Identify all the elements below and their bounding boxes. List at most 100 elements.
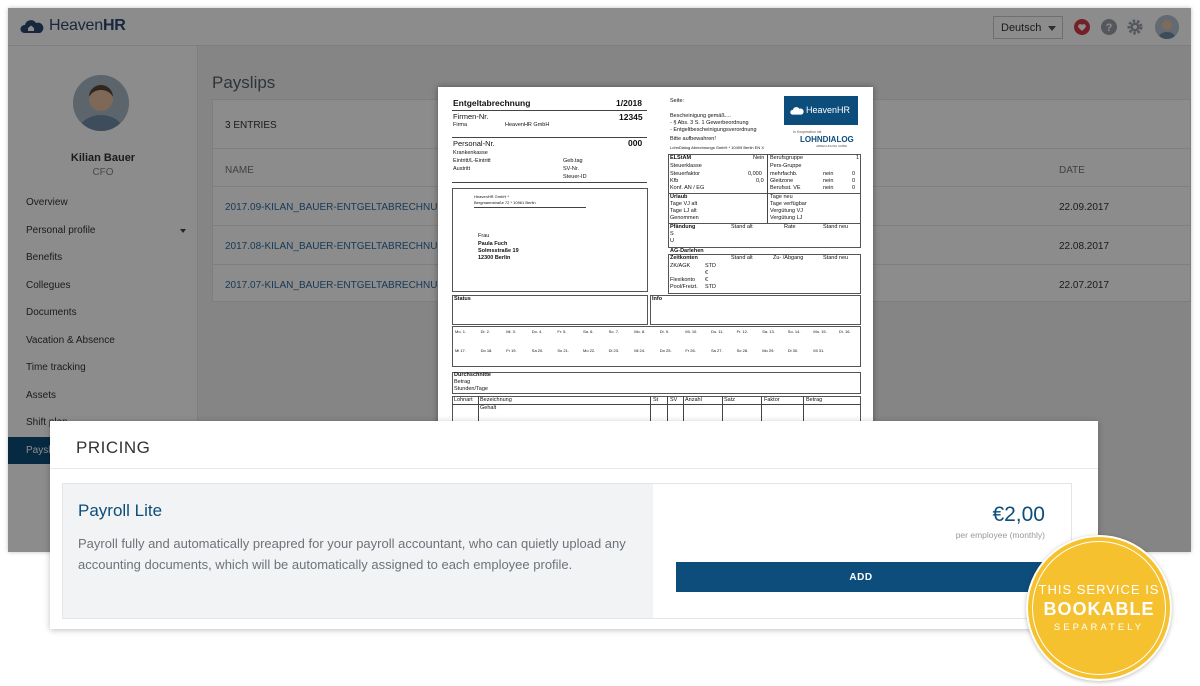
doc-info-label: Info xyxy=(652,296,663,302)
doc-calendar-day: Mi 31. xyxy=(813,348,825,353)
doc-calendar-day: Mi 17. xyxy=(455,348,466,353)
doc-heavenhr-logo: HeavenHR xyxy=(784,96,858,125)
doc-partner-pre: In Kooperation mit xyxy=(793,130,822,134)
doc-urlaub-row: Genommen xyxy=(670,215,699,221)
doc-calendar-day: Mi. 3. xyxy=(506,329,516,334)
doc-elstam-row: Steuerfaktor xyxy=(670,171,700,177)
add-plan-button[interactable]: ADD xyxy=(676,562,1046,592)
doc-cert-line: - § Abs. 3 S. 1 Gewerbeordnung xyxy=(670,120,749,126)
doc-elstam-row: Berufsst. VE xyxy=(770,185,801,191)
doc-field: SV-Nr. xyxy=(563,166,579,172)
doc-calendar-day: Do 25. xyxy=(659,348,672,353)
doc-firm-label: Firmen-Nr. xyxy=(453,112,489,121)
doc-elstam-val: 0 xyxy=(852,171,856,177)
doc-partner-sub: ABRECHNUNG GMBH xyxy=(816,144,848,148)
doc-calendar-day: Fr 26. xyxy=(685,348,696,353)
doc-pfaendung-row: S xyxy=(670,231,674,237)
plan-payroll-lite: Payroll Lite Payroll fully and automatic… xyxy=(62,483,1072,619)
doc-cert-line: Bitte aufbewahren! xyxy=(670,136,716,142)
doc-rule xyxy=(767,193,768,224)
doc-lohn-address: LohnDialog Abrechnungs GmbH * 10409 Berl… xyxy=(670,145,765,150)
doc-calendar-day: So. 14. xyxy=(787,329,801,334)
doc-firm-line: Firma xyxy=(453,122,468,128)
doc-field: Eintritt/L-Eintritt xyxy=(453,158,491,164)
doc-table-col: Lohnart xyxy=(454,397,473,403)
doc-pfaendung-head: Pfändung xyxy=(670,224,696,230)
doc-rule xyxy=(767,154,768,194)
doc-elstam-row: Konf. AN / EG xyxy=(670,185,705,191)
doc-recipient: Frau xyxy=(478,233,490,239)
doc-elstam-row: mehrfachb. xyxy=(770,171,798,177)
doc-recipient: Paula Fuch xyxy=(478,241,508,247)
doc-firm-name: HeavenHR GmbH xyxy=(505,122,550,128)
doc-field: Krankenkasse xyxy=(453,150,488,156)
bookable-separately-badge: THIS SERVICE IS BOOKABLE SEPARATELY xyxy=(1026,535,1172,681)
doc-elstam-val: 0 xyxy=(852,185,856,191)
doc-calendar-day: Do 18. xyxy=(480,348,493,353)
doc-elstam-row: Berufsgruppe xyxy=(770,155,804,161)
doc-calendar-day: Fr. 5. xyxy=(557,329,567,334)
doc-zeitkonten-col: Stand alt xyxy=(731,255,753,261)
doc-personal-no: 000 xyxy=(628,138,643,148)
doc-rule xyxy=(452,404,861,405)
doc-pfaendung-col: Rate xyxy=(784,224,796,230)
doc-period: 1/2018 xyxy=(616,98,642,108)
doc-table-col: Bezeichnung xyxy=(480,397,512,403)
doc-field: Geb.tag xyxy=(563,158,583,164)
doc-calendar-day: Sa 27. xyxy=(711,348,723,353)
doc-urlaub-row: Tage VJ alt xyxy=(670,201,698,207)
doc-sender-address: Bergmannstraße 72 * 10961 Berlin xyxy=(474,200,536,205)
doc-zeitkonten-row: Pool/Freizt. xyxy=(670,284,698,290)
doc-calendar-day: Di. 2. xyxy=(480,329,490,334)
stage: HeavenHR Deutsch ? Kilian Bauer CFO Over… xyxy=(0,0,1200,686)
doc-calendar-day: Mo 22. xyxy=(583,348,596,353)
doc-calendar-day: Mi 24. xyxy=(634,348,646,353)
doc-elstam-val: 1 xyxy=(856,155,860,161)
payslip-document-preview: Entgeltabrechnung 1/2018 Firmen-Nr. 1234… xyxy=(438,87,873,427)
badge-line-1: THIS SERVICE IS xyxy=(1038,582,1160,597)
doc-calendar-day: Mo 29. xyxy=(762,348,775,353)
doc-calendar-day: Di 23. xyxy=(608,348,620,353)
doc-rule xyxy=(452,182,647,183)
doc-zeitkonten-unit: STD xyxy=(705,263,716,269)
doc-zeitkonten-row: ZK/AGK xyxy=(670,263,691,269)
doc-cert-line: - Entgeltbescheinigungsverordnung xyxy=(670,127,757,133)
doc-field: Steuer-ID xyxy=(563,174,587,180)
doc-zeitkonten-row: Flexikonto xyxy=(670,277,696,283)
doc-elstam-row: Pers-Gruppe xyxy=(770,163,802,169)
doc-urlaub-row: Tage verfügbar xyxy=(770,201,807,207)
doc-pfaendung-col: Stand alt xyxy=(731,224,753,230)
doc-urlaub-row: Vergütung LJ xyxy=(770,215,803,221)
doc-table-col: Betrag xyxy=(806,397,823,403)
doc-zeitkonten-unit: € xyxy=(705,270,709,276)
plan-description: Payroll fully and automatically preapred… xyxy=(78,536,626,572)
plan-info: Payroll Lite Payroll fully and automatic… xyxy=(63,484,653,618)
doc-zeitkonten-head: Zeitkonten xyxy=(670,255,698,261)
doc-calendar-day: Di. 9. xyxy=(659,329,670,334)
cloud-house-icon xyxy=(790,107,804,115)
doc-durchschnitte-box xyxy=(452,372,861,394)
doc-rule xyxy=(452,137,647,138)
doc-urlaub-head: Urlaub xyxy=(670,194,688,200)
doc-elstam-head: ELStAM xyxy=(670,155,692,161)
doc-elstam-row: Steuerklasse xyxy=(670,163,702,169)
doc-calendar-day: Mo. 1. xyxy=(455,329,467,334)
pricing-title: PRICING xyxy=(76,438,151,457)
doc-recipient: 12300 Berlin xyxy=(478,255,511,261)
doc-calendar-day: Sa. 6. xyxy=(583,329,594,334)
doc-table-col: Faktor xyxy=(764,397,780,403)
doc-zeitkonten-unit: STD xyxy=(705,284,716,290)
doc-elstam-row: Gleitzone xyxy=(770,178,794,184)
doc-elstam-val: nein xyxy=(823,171,834,177)
doc-calendar-day: Mi. 10. xyxy=(685,329,698,334)
doc-calendar-day: So 28. xyxy=(736,348,749,353)
doc-firm-no: 12345 xyxy=(619,112,643,122)
doc-durchschnitte-row: Betrag xyxy=(454,379,471,385)
doc-calendar-day: Di. 16. xyxy=(839,329,851,334)
doc-sender: HeavenHR GmbH * xyxy=(474,194,509,199)
pricing-card: PRICING Payroll Lite Payroll fully and a… xyxy=(50,421,1098,629)
doc-calendar-day: Sa. 13. xyxy=(762,329,775,334)
doc-durchschnitte-row: Stunden/Tage xyxy=(454,386,488,392)
doc-zeitkonten-col: Zu- /Abgang xyxy=(773,255,804,261)
doc-elstam-val: 0,000 xyxy=(748,171,762,177)
